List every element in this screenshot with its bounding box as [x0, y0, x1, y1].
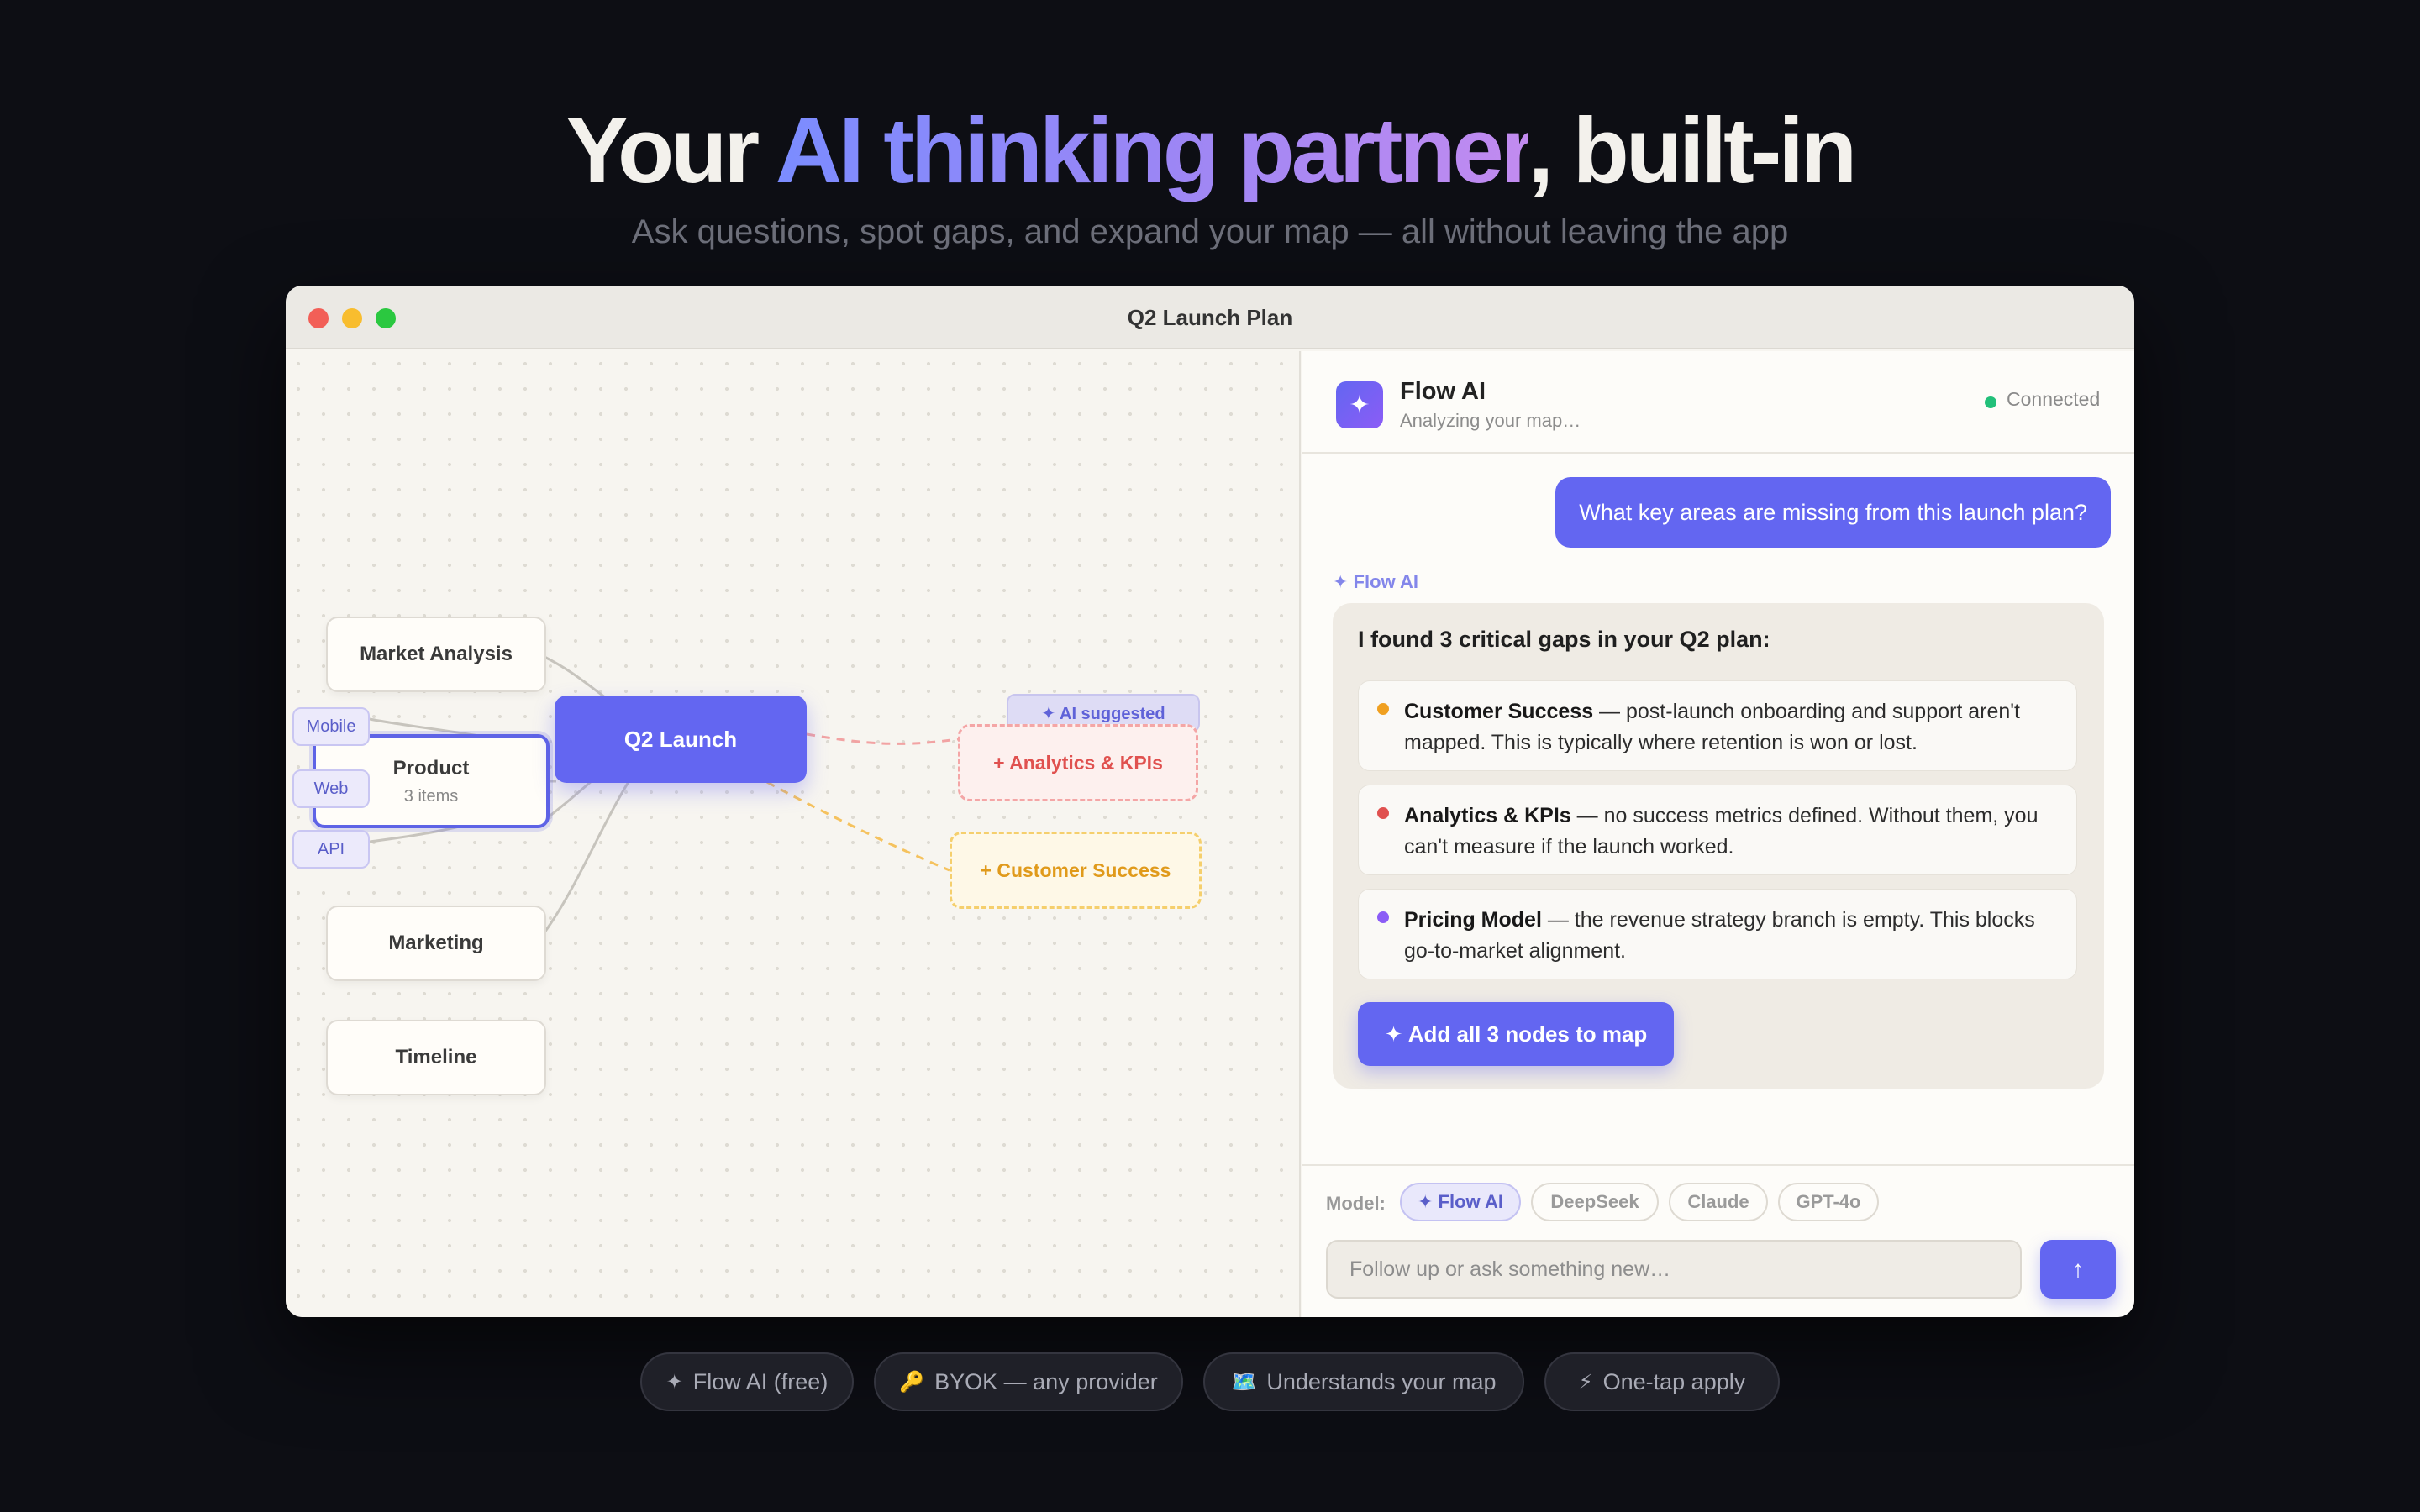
hero-title: Your AI thinking partner, built-in [0, 92, 2420, 210]
stage: Your AI thinking partner, built-in Ask q… [0, 0, 2420, 1512]
bullet-dot-icon [1377, 703, 1389, 715]
chip-web[interactable]: Web [292, 769, 370, 808]
send-button[interactable]: ↑ [2040, 1240, 2116, 1299]
ai-message-label: ✦ Flow AI [1333, 571, 1418, 592]
bullet-dot-icon [1377, 807, 1389, 819]
ai-message-heading: I found 3 critical gaps in your Q2 plan: [1358, 627, 1770, 652]
node-marketing[interactable]: Marketing [326, 906, 546, 981]
gap-text: Customer Success — post-launch onboardin… [1404, 696, 2068, 759]
window-title: Q2 Launch Plan [1127, 305, 1293, 330]
model-label: Model: [1326, 1193, 1386, 1214]
feature-label: One-tap apply [1602, 1368, 1746, 1394]
sparkle-icon: ✦ [1336, 381, 1383, 428]
add-all-nodes-button[interactable]: ✦ Add all 3 nodes to map [1358, 1002, 1674, 1066]
model-option-gpt-4o[interactable]: GPT-4o [1778, 1183, 1879, 1221]
node-timeline[interactable]: Timeline [326, 1020, 546, 1095]
feature-pill-map: 🗺️ Understands your map [1203, 1352, 1524, 1411]
node-product-count: 3 items [403, 786, 459, 806]
gap-text: Pricing Model — the revenue strategy bra… [1404, 905, 2068, 967]
connector-chip-mobile [369, 717, 480, 738]
gap-text: Analytics & KPIs — no success metrics de… [1404, 801, 2068, 863]
gap-item: Analytics & KPIs — no success metrics de… [1358, 785, 2077, 875]
lightning-icon: ⚡ [1578, 1370, 1593, 1394]
assistant-name: Flow AI [1400, 378, 1486, 405]
chat-input[interactable]: Follow up or ask something new… [1326, 1240, 2022, 1299]
title-bar: Q2 Launch Plan [286, 286, 2134, 349]
gap-title: Customer Success [1404, 700, 1594, 723]
map-icon: 🗺️ [1231, 1370, 1257, 1394]
model-option-deepseek[interactable]: DeepSeek [1531, 1183, 1659, 1221]
gap-title: Analytics & KPIs [1404, 804, 1571, 827]
connector-suggested-analytics [806, 732, 959, 745]
feature-label: BYOK — any provider [934, 1368, 1158, 1394]
connection-status: Connected [2007, 388, 2101, 410]
user-message-bubble: What key areas are missing from this lau… [1555, 477, 2111, 548]
hero-title-highlight: AI thinking partner [775, 99, 1532, 202]
feature-label: Flow AI (free) [692, 1368, 829, 1394]
feature-label: Understands your map [1266, 1368, 1497, 1394]
gap-item: Pricing Model — the revenue strategy bra… [1358, 889, 2077, 979]
chip-api[interactable]: API [292, 830, 370, 869]
feature-pill-flow-ai: ✦ Flow AI (free) [640, 1352, 854, 1411]
gap-title: Pricing Model [1404, 908, 1542, 932]
node-market-analysis[interactable]: Market Analysis [326, 617, 546, 692]
assistant-status: Analyzing your map… [1400, 410, 1581, 431]
chip-mobile[interactable]: Mobile [292, 707, 370, 746]
model-option-flow-ai[interactable]: ✦ Flow AI [1400, 1183, 1521, 1221]
sparkle-icon: ✦ [666, 1370, 683, 1394]
feature-pill-byok: 🔑 BYOK — any provider [874, 1352, 1183, 1411]
chat-header: ✦ Flow AI Analyzing your map… Connected [1302, 351, 2134, 454]
ai-message-bubble: I found 3 critical gaps in your Q2 plan:… [1333, 603, 2104, 1089]
chat-composer: Model: ✦ Flow AI DeepSeek Claude GPT-4o … [1302, 1164, 2134, 1317]
key-icon: 🔑 [899, 1370, 925, 1394]
hero-subtitle: Ask questions, spot gaps, and expand you… [631, 213, 1789, 250]
hero-title-post: , built-in [1528, 99, 1857, 202]
suggested-node-analytics[interactable]: + Analytics & KPIs [958, 724, 1198, 801]
ai-chat-panel: ✦ Flow AI Analyzing your map… Connected … [1302, 351, 2134, 1317]
connection-status-dot-icon [1985, 396, 1996, 408]
gap-item: Customer Success — post-launch onboardin… [1358, 680, 2077, 771]
feature-pill-apply: ⚡ One-tap apply [1544, 1352, 1780, 1411]
node-q2-launch[interactable]: Q2 Launch [555, 696, 807, 783]
hero-title-pre: Your [566, 99, 776, 202]
app-window: Q2 Launch Plan Market Analysis Product 3… [286, 286, 2134, 1317]
node-product-label: Product [392, 756, 470, 780]
arrow-up-icon: ↑ [2072, 1256, 2084, 1282]
suggested-node-customer-success[interactable]: + Customer Success [950, 832, 1202, 909]
mind-map-canvas[interactable]: Market Analysis Product 3 items Mobile W… [286, 351, 1301, 1317]
model-option-claude[interactable]: Claude [1669, 1183, 1768, 1221]
bullet-dot-icon [1377, 911, 1389, 923]
